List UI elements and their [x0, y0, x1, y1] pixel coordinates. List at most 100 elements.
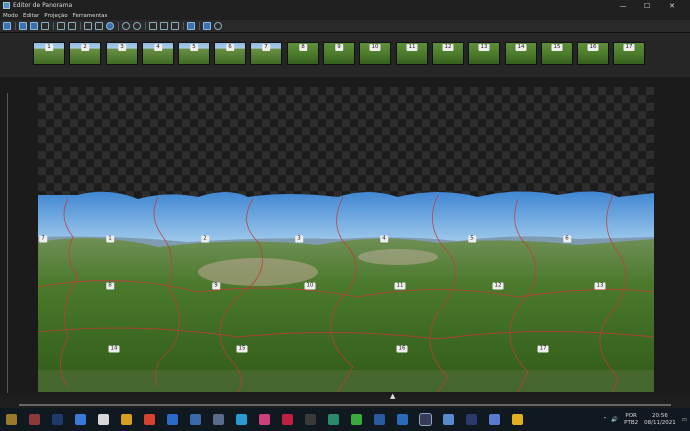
taskbar-app-icon[interactable]	[190, 414, 201, 425]
slider-handle-icon[interactable]: ▲	[390, 392, 395, 400]
select-tool-icon[interactable]	[3, 22, 11, 30]
taskbar-app-icon[interactable]	[489, 414, 500, 425]
thumbnail-number: 11	[406, 44, 418, 51]
segment-label[interactable]: 12	[492, 282, 504, 290]
image-thumbnail[interactable]: 2	[69, 42, 101, 65]
taskbar-app-icon[interactable]	[512, 414, 523, 425]
grid-icon[interactable]	[160, 22, 168, 30]
segment-label[interactable]: 13	[594, 282, 606, 290]
chevron-up-icon[interactable]: ⌃	[603, 417, 608, 423]
segment-label[interactable]: 7	[39, 235, 47, 243]
segment-label[interactable]: 5	[468, 235, 476, 243]
taskbar-app-icon[interactable]	[466, 414, 477, 425]
taskbar-app-icon[interactable]	[351, 414, 362, 425]
taskbar-app-icon[interactable]	[167, 414, 178, 425]
frame-icon[interactable]	[149, 22, 157, 30]
menu-modo[interactable]: Modo	[3, 13, 18, 19]
segment-label[interactable]: 4	[380, 235, 388, 243]
language-code: POR	[625, 412, 637, 419]
toolbar-divider	[80, 22, 81, 30]
help-icon[interactable]	[214, 22, 222, 30]
image-thumbnail[interactable]: 10	[359, 42, 391, 65]
taskbar-app-icon[interactable]	[29, 414, 40, 425]
thumbnail-number: 14	[515, 44, 527, 51]
taskbar-app-icon[interactable]	[236, 414, 247, 425]
taskbar-app-icon[interactable]	[328, 414, 339, 425]
image-thumbnail[interactable]: 8	[287, 42, 319, 65]
image-thumbnail[interactable]: 16	[577, 42, 609, 65]
minimize-button[interactable]: —	[615, 0, 631, 11]
segment-label[interactable]: 11	[394, 282, 406, 290]
image-thumbnail[interactable]: 5	[178, 42, 210, 65]
mask-tool-icon[interactable]	[30, 22, 38, 30]
overlay-icon[interactable]	[203, 22, 211, 30]
segment-label[interactable]: 1	[106, 235, 114, 243]
image-thumbnail[interactable]: 6	[214, 42, 246, 65]
image-thumbnail[interactable]: 3	[106, 42, 138, 65]
taskbar-app-icon[interactable]	[52, 414, 63, 425]
notification-icon[interactable]: ▭	[682, 417, 687, 423]
taskbar-app-icon[interactable]	[419, 413, 432, 426]
fit-view-icon[interactable]	[57, 22, 65, 30]
image-thumbnail[interactable]: 7	[250, 42, 282, 65]
segment-label[interactable]: 3	[295, 235, 303, 243]
toolbar-divider	[53, 22, 54, 30]
image-thumbnail[interactable]: 14	[505, 42, 537, 65]
taskbar-app-icon[interactable]	[121, 414, 132, 425]
segment-label[interactable]: 9	[212, 282, 220, 290]
segment-label[interactable]: 2	[201, 235, 209, 243]
segment-label[interactable]: 16	[396, 345, 408, 353]
image-thumbnail[interactable]: 17	[613, 42, 645, 65]
speaker-icon[interactable]: 🔊	[611, 417, 618, 423]
segment-label[interactable]: 8	[106, 282, 114, 290]
segment-label[interactable]: 10	[304, 282, 316, 290]
cylinder-icon[interactable]	[95, 22, 103, 30]
rectangle-icon[interactable]	[84, 22, 92, 30]
image-thumbnail[interactable]: 1	[33, 42, 65, 65]
taskbar-app-icon[interactable]	[374, 414, 385, 425]
crop-icon[interactable]	[68, 22, 76, 30]
menu-editar[interactable]: Editar	[23, 13, 39, 19]
thumbnail-number: 10	[369, 44, 381, 51]
panel-icon[interactable]	[187, 22, 195, 30]
image-thumbnail[interactable]: 13	[468, 42, 500, 65]
panorama-canvas[interactable]: 7 1 2 3 4 5 6 8 9 10 11 12 13 14 15 16 1…	[38, 87, 654, 392]
taskbar-app-icon[interactable]	[213, 414, 224, 425]
image-thumbnail[interactable]: 9	[323, 42, 355, 65]
segment-label[interactable]: 17	[537, 345, 549, 353]
close-button[interactable]: ✕	[664, 0, 680, 11]
taskbar-app-icon[interactable]	[75, 414, 86, 425]
menu-bar: Modo Editar Projeção Ferramentas	[0, 11, 690, 20]
language-indicator[interactable]: POR PTB2	[624, 413, 638, 427]
horizontal-slider[interactable]	[19, 404, 671, 406]
taskbar-app-icon[interactable]	[282, 414, 293, 425]
image-thumbnail[interactable]: 11	[396, 42, 428, 65]
segment-label[interactable]: 14	[108, 345, 120, 353]
thumbnail-number: 4	[154, 44, 162, 51]
thumbnail-number: 8	[299, 44, 307, 51]
menu-projecao[interactable]: Projeção	[44, 13, 67, 19]
taskbar-app-icon[interactable]	[305, 414, 316, 425]
eye-icon[interactable]	[133, 22, 141, 30]
menu-ferramentas[interactable]: Ferramentas	[73, 13, 108, 19]
taskbar-app-icon[interactable]	[144, 414, 155, 425]
layers-icon[interactable]	[171, 22, 179, 30]
taskbar-app-icon[interactable]	[397, 414, 408, 425]
taskbar-app-icon[interactable]	[98, 414, 109, 425]
taskbar-app-icon[interactable]	[443, 414, 454, 425]
segment-label[interactable]: 6	[563, 235, 571, 243]
vertical-splitter[interactable]	[7, 93, 8, 393]
link-tool-icon[interactable]	[19, 22, 27, 30]
thumbnail-number: 7	[262, 44, 270, 51]
taskbar-app-icon[interactable]	[259, 414, 270, 425]
image-thumbnail[interactable]: 4	[142, 42, 174, 65]
zoom-icon[interactable]	[122, 22, 130, 30]
taskbar-app-icon[interactable]	[6, 414, 17, 425]
sphere-projection-icon[interactable]	[106, 22, 114, 30]
move-tool-icon[interactable]	[41, 22, 49, 30]
maximize-button[interactable]: ☐	[639, 0, 655, 11]
segment-label[interactable]: 15	[236, 345, 248, 353]
image-thumbnail[interactable]: 12	[432, 42, 464, 65]
image-thumbnail[interactable]: 15	[541, 42, 573, 65]
clock[interactable]: 20:56 08/11/2021	[644, 413, 676, 427]
